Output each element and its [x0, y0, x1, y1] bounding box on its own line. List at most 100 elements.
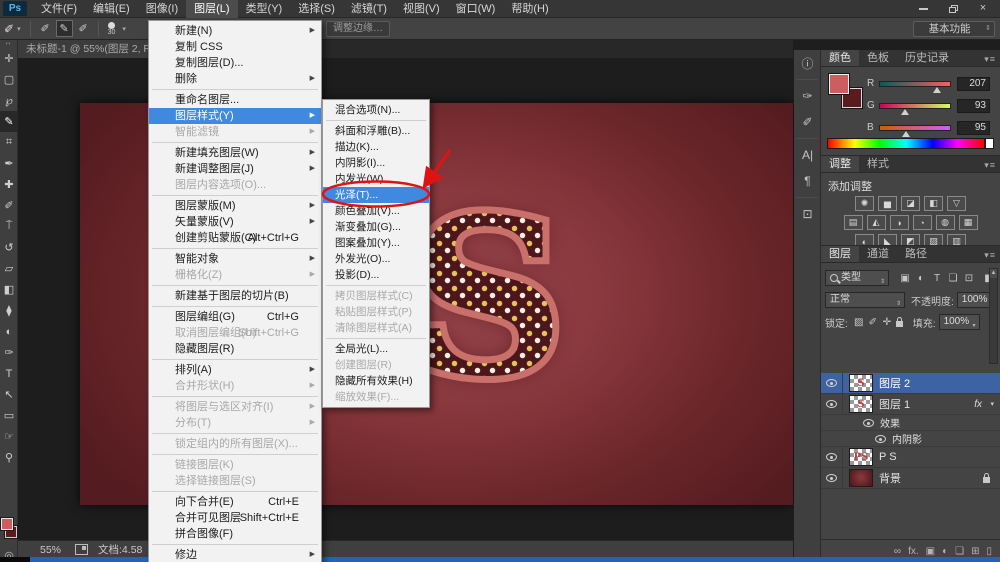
brush-preset-icon[interactable]: ✐	[37, 20, 54, 37]
lasso-tool[interactable]: ℘	[0, 90, 18, 111]
blend-mode-select[interactable]: 正常 ⇕	[825, 292, 905, 308]
visibility-toggle[interactable]	[821, 394, 843, 414]
zoom-tool[interactable]: ⚲	[0, 447, 18, 468]
style-submenu-item-9[interactable]: 图案叠加(Y)...	[323, 235, 429, 251]
layer-menu-item-16[interactable]: 新建基于图层的切片(B)	[149, 288, 321, 304]
brush-presets-panel-icon[interactable]: ✑	[794, 83, 821, 109]
color-balance-icon[interactable]: ◭	[867, 215, 886, 230]
minimize-button[interactable]	[910, 2, 936, 15]
layers-panel-tab-1[interactable]: 图层	[821, 246, 859, 262]
channel-value-field[interactable]: 93	[957, 99, 990, 113]
slider-thumb[interactable]	[901, 109, 909, 115]
color-panel-tab-3[interactable]: 历史记录	[897, 50, 957, 66]
layer-menu-item-4[interactable]: 删除▶	[149, 71, 321, 87]
visibility-eye-icon[interactable]	[875, 435, 886, 443]
filter-shape-layers-icon[interactable]: ❏	[945, 270, 961, 286]
brush-size-picker[interactable]: 30	[108, 22, 116, 36]
layer-menu-item-27[interactable]: 向下合并(E)Ctrl+E	[149, 494, 321, 510]
slider-thumb[interactable]	[933, 87, 941, 93]
color-lookup-icon[interactable]: ▦	[959, 215, 978, 230]
style-submenu-item-17[interactable]: 隐藏所有效果(H)	[323, 373, 429, 389]
lock-transparency-icon[interactable]: ▨	[852, 314, 866, 330]
layer-thumbnail[interactable]	[849, 469, 873, 487]
layers-panel-tab-2[interactable]: 通道	[859, 246, 897, 262]
pen-tool[interactable]: ✑	[0, 342, 18, 363]
restore-button[interactable]	[940, 2, 966, 15]
menubar-item-5[interactable]: 类型(Y)	[238, 0, 291, 18]
zoom-level-field[interactable]: 55%	[40, 544, 61, 556]
slider-thumb[interactable]	[902, 131, 910, 137]
layer-menu-item-17[interactable]: 图层编组(G)Ctrl+G	[149, 309, 321, 325]
black-white-icon[interactable]: ◑	[890, 215, 909, 230]
menubar-item-7[interactable]: 滤镜(T)	[343, 0, 395, 18]
info-panel-icon[interactable]: ⓘ	[794, 50, 821, 76]
fill-field[interactable]: 100% ▾	[939, 314, 980, 330]
link-layers-icon[interactable]: ∞	[894, 546, 901, 557]
palette-grip[interactable]: ▪▪	[0, 40, 17, 48]
layer-menu-item-5[interactable]: 重命名图层...	[149, 92, 321, 108]
layer-row[interactable]: S图层 1fx▾	[821, 394, 1000, 415]
clone-stamp-tool[interactable]: ⍑	[0, 216, 18, 237]
lock-all-icon[interactable]	[896, 321, 903, 327]
visibility-toggle[interactable]	[821, 447, 843, 467]
adjustments-panel-tab-1[interactable]: 调整	[821, 156, 859, 172]
menubar-item-2[interactable]: 编辑(E)	[85, 0, 138, 18]
spot-healing-tool[interactable]: ✚	[0, 174, 18, 195]
menubar-item-4[interactable]: 图层(L)	[186, 0, 237, 18]
style-submenu-item-2[interactable]: 斜面和浮雕(B)...	[323, 123, 429, 139]
new-layer-icon[interactable]: ⊞	[971, 546, 979, 557]
curves-icon[interactable]: ◪	[901, 196, 920, 211]
layer-menu-item-13[interactable]: 创建剪贴蒙版(C)Alt+Ctrl+G	[149, 230, 321, 246]
menubar-item-6[interactable]: 选择(S)	[290, 0, 343, 18]
layer-thumbnail[interactable]: PS	[849, 448, 873, 466]
adjustments-panel-tab-2[interactable]: 样式	[859, 156, 897, 172]
brush-panel-icon[interactable]: ✐	[794, 109, 821, 135]
visibility-toggle[interactable]	[821, 468, 843, 488]
layer-row[interactable]: PSP S	[821, 447, 1000, 468]
panel-foreground-swatch[interactable]	[829, 74, 849, 94]
lock-position-icon[interactable]: ✛	[880, 314, 894, 330]
style-submenu-item-15[interactable]: 全局光(L)...	[323, 341, 429, 357]
hand-tool[interactable]: ☞	[0, 426, 18, 447]
style-submenu-item-1[interactable]: 混合选项(N)...	[323, 102, 429, 118]
filter-pixel-layers-icon[interactable]: ▣	[897, 270, 913, 286]
new-adjustment-layer-icon[interactable]: ◐	[942, 546, 948, 557]
workspace-switcher[interactable]: 基本功能 ⇕	[913, 21, 995, 37]
layer-row[interactable]: S图层 2	[821, 373, 1000, 394]
layers-scrollbar[interactable]: ▲	[989, 268, 998, 364]
clone-source-panel-icon[interactable]: ⊡	[794, 201, 821, 227]
menubar-item-9[interactable]: 窗口(W)	[448, 0, 504, 18]
eraser-tool[interactable]: ▱	[0, 258, 18, 279]
panel-menu-icon[interactable]: ▾≡	[984, 54, 996, 65]
layer-menu-item-3[interactable]: 复制图层(D)...	[149, 55, 321, 71]
channel-value-field[interactable]: 95	[957, 121, 990, 135]
levels-icon[interactable]: ▅	[878, 196, 897, 211]
vibrance-icon[interactable]: ▽	[947, 196, 966, 211]
style-submenu-item-7[interactable]: 颜色叠加(V)...	[323, 203, 429, 219]
layer-row[interactable]: 内阴影	[821, 431, 1000, 447]
layers-panel-tab-3[interactable]: 路径	[897, 246, 935, 262]
filter-adjustment-layers-icon[interactable]: ◐	[913, 270, 929, 286]
type-tool[interactable]: T	[0, 363, 18, 384]
panel-menu-icon[interactable]: ▾≡	[984, 160, 996, 171]
layer-menu-item-9[interactable]: 新建调整图层(J)▶	[149, 161, 321, 177]
style-submenu-item-11[interactable]: 投影(D)...	[323, 267, 429, 283]
brightness-contrast-icon[interactable]: ✺	[855, 196, 874, 211]
layer-menu-item-12[interactable]: 矢量蒙版(V)▶	[149, 214, 321, 230]
path-selection-tool[interactable]: ↖	[0, 384, 18, 405]
eyedropper-tool[interactable]: ✒	[0, 153, 18, 174]
paragraph-panel-icon[interactable]: ¶	[794, 168, 821, 194]
menubar-item-10[interactable]: 帮助(H)	[503, 0, 556, 18]
close-button[interactable]: ×	[970, 2, 996, 15]
quick-selection-tool[interactable]: ✎	[0, 111, 18, 132]
dodge-tool[interactable]: ◐	[0, 321, 18, 342]
color-spectrum-ramp[interactable]	[827, 138, 985, 149]
layer-menu-item-28[interactable]: 合并可见图层Shift+Ctrl+E	[149, 510, 321, 526]
layer-menu-item-19[interactable]: 隐藏图层(R)	[149, 341, 321, 357]
layer-mask-icon[interactable]: ▣	[926, 546, 935, 557]
brush-preset-icon-active[interactable]: ✎	[56, 20, 73, 37]
color-panel-tab-1[interactable]: 颜色	[821, 50, 859, 66]
exposure-icon[interactable]: ◧	[924, 196, 943, 211]
style-submenu-item-4[interactable]: 内阴影(I)...	[323, 155, 429, 171]
menubar-item-8[interactable]: 视图(V)	[395, 0, 448, 18]
